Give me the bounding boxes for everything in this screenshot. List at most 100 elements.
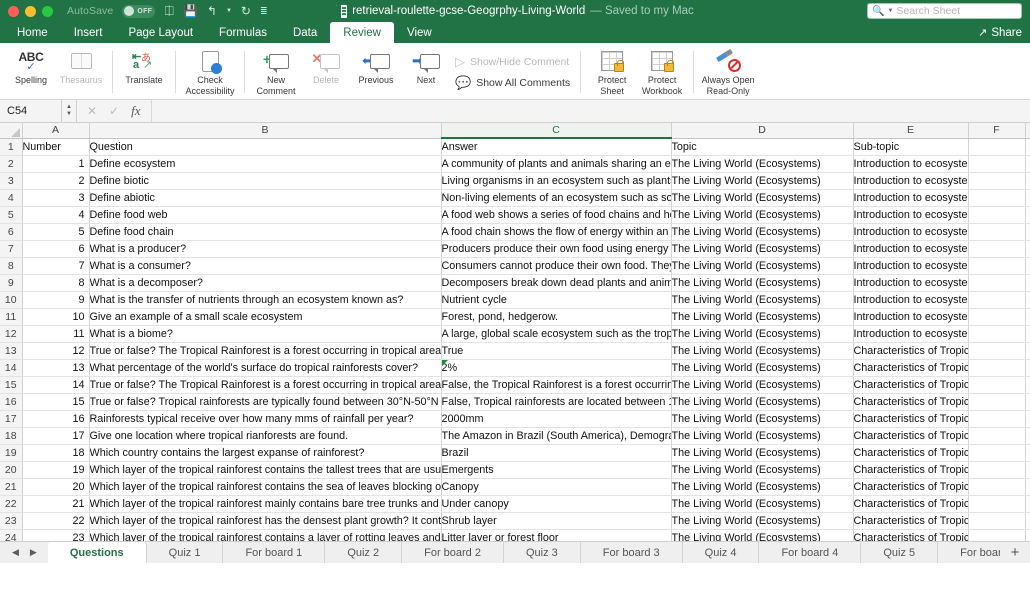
thesaurus-button[interactable]: Thesaurus [56,45,106,99]
protect-workbook-button[interactable]: Protect Workbook [637,45,687,99]
table-row[interactable]: 1615True or false? Tropical rainforests … [0,394,1030,411]
row-header[interactable]: 11 [0,309,22,326]
cell-G8[interactable] [1025,258,1030,275]
cell-D19[interactable]: The Living World (Ecosystems) [671,445,853,462]
search-dropdown-icon[interactable]: ▼ [887,8,893,14]
cell-B18[interactable]: Give one location where tropical rianfor… [89,428,441,445]
show-all-comments-button[interactable]: 💬 Show All Comments [455,75,570,91]
cell-E17[interactable]: Characteristics of Tropical Rainforests [853,411,968,428]
table-row[interactable]: 1413What percentage of the world's surfa… [0,360,1030,377]
cell-D11[interactable]: The Living World (Ecosystems) [671,309,853,326]
cell-D1[interactable]: Topic [671,138,853,156]
cell-D23[interactable]: The Living World (Ecosystems) [671,513,853,530]
cell-E7[interactable]: Introduction to ecosystems [853,241,968,258]
column-header-c[interactable]: C [441,123,671,138]
share-button[interactable]: ↗ Share [978,22,1022,43]
cell-G19[interactable] [1025,445,1030,462]
cell-A10[interactable]: 9 [22,292,89,309]
row-header[interactable]: 8 [0,258,22,275]
cell-A15[interactable]: 14 [22,377,89,394]
cell-C1[interactable]: Answer [441,138,671,156]
cell-D18[interactable]: The Living World (Ecosystems) [671,428,853,445]
column-header-e[interactable]: E [853,123,968,138]
table-row[interactable]: 1110Give an example of a small scale eco… [0,309,1030,326]
cell-G2[interactable] [1025,156,1030,173]
redo-icon[interactable]: ↻ [241,5,251,17]
cell-A2[interactable]: 1 [22,156,89,173]
row-header[interactable]: 7 [0,241,22,258]
row-header[interactable]: 19 [0,445,22,462]
cell-C5[interactable]: A food web shows a series of food chains… [441,207,671,224]
sheet-tab-for-board-1[interactable]: For board 1 [223,542,325,563]
insert-function-icon[interactable]: fx [131,103,140,119]
cell-C17[interactable]: 2000mm [441,411,671,428]
undo-dropdown-icon[interactable]: ▼ [226,8,232,14]
cell-E23[interactable]: Characteristics of Tropical Rainforests [853,513,968,530]
table-row[interactable]: 32Define bioticLiving organisms in an ec… [0,173,1030,190]
cell-G14[interactable] [1025,360,1030,377]
row-header[interactable]: 1 [0,138,22,156]
cell-G11[interactable] [1025,309,1030,326]
maximize-window-icon[interactable] [42,6,53,17]
row-header[interactable]: 5 [0,207,22,224]
cell-C4[interactable]: Non-living elements of an ecosystem such… [441,190,671,207]
cell-C12[interactable]: A large, global scale ecosystem such as … [441,326,671,343]
cell-B8[interactable]: What is a consumer? [89,258,441,275]
cell-A12[interactable]: 11 [22,326,89,343]
cell-E4[interactable]: Introduction to ecosystems [853,190,968,207]
show-hide-comment-button[interactable]: ▷ Show/Hide Comment [455,54,570,70]
cell-C14[interactable]: 2% [441,360,671,377]
cell-D14[interactable]: The Living World (Ecosystems) [671,360,853,377]
cell-B9[interactable]: What is a decomposer? [89,275,441,292]
tab-home[interactable]: Home [4,22,61,43]
spelling-button[interactable]: ABC ✓ Spelling [6,45,56,99]
row-header[interactable]: 4 [0,190,22,207]
cell-B11[interactable]: Give an example of a small scale ecosyst… [89,309,441,326]
column-header-d[interactable]: D [671,123,853,138]
cell-C2[interactable]: A community of plants and animals sharin… [441,156,671,173]
row-header[interactable]: 16 [0,394,22,411]
cell-D16[interactable]: The Living World (Ecosystems) [671,394,853,411]
row-header[interactable]: 12 [0,326,22,343]
cell-B3[interactable]: Define biotic [89,173,441,190]
cell-B5[interactable]: Define food web [89,207,441,224]
cell-D2[interactable]: The Living World (Ecosystems) [671,156,853,173]
table-row[interactable]: 2221Which layer of the tropical rainfore… [0,496,1030,513]
table-row[interactable]: 1817Give one location where tropical ria… [0,428,1030,445]
cell-F11[interactable] [968,309,1025,326]
cell-D22[interactable]: The Living World (Ecosystems) [671,496,853,513]
cell-B4[interactable]: Define abiotic [89,190,441,207]
cell-D15[interactable]: The Living World (Ecosystems) [671,377,853,394]
cell-A21[interactable]: 20 [22,479,89,496]
cell-E10[interactable]: Introduction to ecosystems [853,292,968,309]
cell-D20[interactable]: The Living World (Ecosystems) [671,462,853,479]
cell-G20[interactable] [1025,462,1030,479]
cell-B15[interactable]: True or false? The Tropical Rainforest i… [89,377,441,394]
cell-G16[interactable] [1025,394,1030,411]
table-row[interactable]: 65Define food chainA food chain shows th… [0,224,1030,241]
cell-E11[interactable]: Introduction to ecosystems [853,309,968,326]
cell-D12[interactable]: The Living World (Ecosystems) [671,326,853,343]
table-row[interactable]: 98What is a decomposer?Decomposers break… [0,275,1030,292]
cell-C18[interactable]: The Amazon in Brazil (South America), De… [441,428,671,445]
cell-A20[interactable]: 19 [22,462,89,479]
new-document-icon[interactable]: ⎅︎ [164,5,174,17]
cell-D13[interactable]: The Living World (Ecosystems) [671,343,853,360]
cell-F19[interactable] [968,445,1025,462]
cell-B16[interactable]: True or false? Tropical rainforests are … [89,394,441,411]
cell-G17[interactable] [1025,411,1030,428]
select-all-corner[interactable] [0,123,22,138]
sheet-tab-questions[interactable]: Questions [48,542,147,563]
table-row[interactable]: 1918Which country contains the largest e… [0,445,1030,462]
cell-A7[interactable]: 6 [22,241,89,258]
cell-E6[interactable]: Introduction to ecosystems [853,224,968,241]
table-row[interactable]: 2019Which layer of the tropical rainfore… [0,462,1030,479]
next-sheet-icon[interactable]: ▶ [30,547,37,558]
cell-E2[interactable]: Introduction to ecosystems [853,156,968,173]
table-row[interactable]: 1NumberQuestionAnswerTopicSub-topic [0,138,1030,156]
cell-D7[interactable]: The Living World (Ecosystems) [671,241,853,258]
row-header[interactable]: 20 [0,462,22,479]
cell-A22[interactable]: 21 [22,496,89,513]
cell-A6[interactable]: 5 [22,224,89,241]
name-box[interactable]: C54 [0,100,62,122]
